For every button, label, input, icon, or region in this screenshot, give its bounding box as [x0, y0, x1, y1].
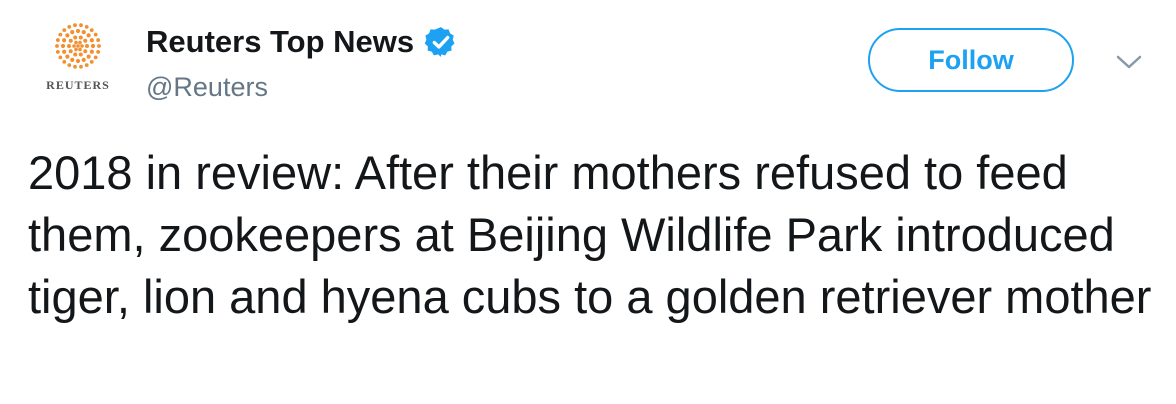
name-row: Reuters Top News	[146, 22, 458, 62]
reuters-logo-icon	[55, 23, 101, 69]
follow-button[interactable]: Follow	[868, 28, 1074, 92]
tweet-text: 2018 in review: After their mothers refu…	[28, 146, 1152, 323]
user-handle[interactable]: @Reuters	[146, 72, 268, 103]
more-menu-button[interactable]	[1114, 52, 1144, 72]
tweet-card: REUTERS Reuters Top News @Reuters Follow…	[0, 0, 1176, 404]
avatar-wordmark: REUTERS	[46, 78, 110, 92]
avatar[interactable]: REUTERS	[28, 18, 128, 102]
verified-badge-icon	[424, 27, 455, 57]
chevron-down-icon	[1116, 55, 1142, 69]
display-name[interactable]: Reuters Top News	[146, 24, 414, 60]
